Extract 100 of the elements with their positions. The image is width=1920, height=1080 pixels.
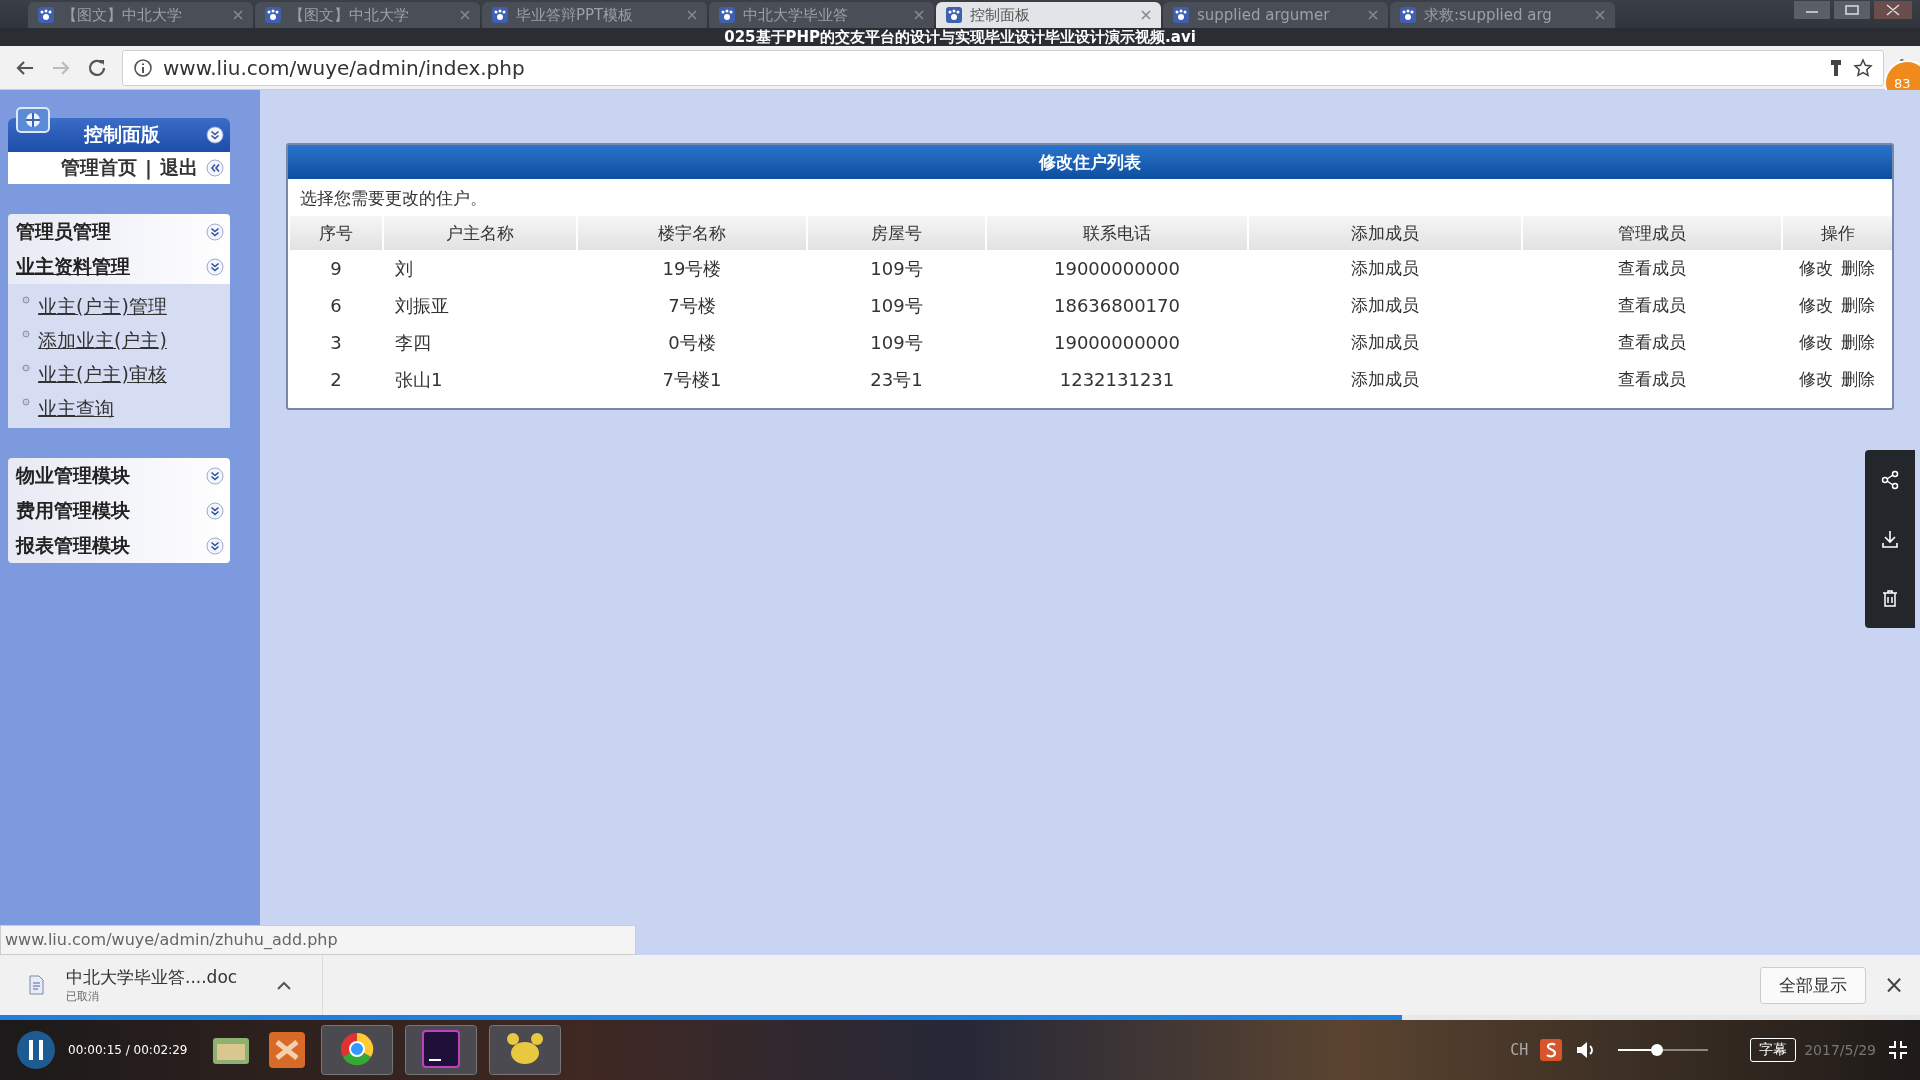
input-method-text[interactable]: CH [1510, 1041, 1529, 1059]
window-controls-drawing[interactable] [1794, 0, 1914, 21]
trash-icon[interactable] [1880, 588, 1900, 609]
table-cell: 23号1 [870, 368, 923, 390]
submenu-link[interactable]: 业主查询 [38, 396, 114, 422]
table-cell: 9 [330, 258, 342, 279]
table-link[interactable]: 查看成员 [1618, 332, 1686, 352]
group-label: 费用管理模块 [16, 497, 131, 523]
table-cell: 109号 [870, 294, 923, 316]
code-editor-icon[interactable] [405, 1025, 478, 1075]
progress-track[interactable] [0, 1015, 1920, 1020]
table-link[interactable]: 删除 [1841, 369, 1875, 389]
address-field[interactable]: www.liu.com/wuye/admin/index.php [122, 49, 1884, 86]
tab-title: 毕业答辩PPT模板 [516, 5, 635, 25]
exit-fullscreen-icon[interactable] [1888, 1040, 1908, 1060]
table-cell: 7号楼 [668, 294, 716, 316]
menu-group-header[interactable]: 费用管理模块 [8, 493, 230, 528]
table-cell: 李四 [395, 331, 431, 353]
table-link[interactable]: 修改 [1799, 369, 1833, 389]
table-link[interactable]: 修改 [1799, 332, 1833, 352]
browser-icon[interactable] [321, 1025, 394, 1075]
column-header: 管理成员 [1522, 216, 1782, 250]
table-link[interactable]: 查看成员 [1618, 295, 1686, 315]
subtitle-button[interactable]: 字幕 [1750, 1038, 1797, 1062]
column-header: 楼宇名称 [577, 216, 807, 250]
menu-group-header[interactable]: 业主资料管理 [8, 249, 230, 284]
menu-group-header[interactable]: 管理员管理 [8, 214, 230, 249]
star-icon[interactable] [1853, 57, 1873, 78]
submenu-link[interactable]: 业主(户主)管理 [38, 294, 167, 320]
submenu-link[interactable]: 添加业主(户主) [38, 328, 167, 354]
table-cell: 6 [330, 295, 342, 316]
slider-thumb[interactable] [1650, 1044, 1663, 1056]
table-cell: 1232131231 [1059, 369, 1175, 390]
panel-title: 控制面版 [82, 122, 161, 147]
group-label: 业主资料管理 [16, 253, 131, 279]
table-link[interactable]: 删除 [1841, 332, 1875, 352]
table-link[interactable]: 删除 [1841, 258, 1875, 278]
table-cell: 0号楼 [668, 331, 716, 353]
download-icon[interactable] [1880, 529, 1900, 549]
column-header: 操作 [1782, 216, 1892, 250]
close-button[interactable]: × [1883, 971, 1904, 999]
table-link[interactable]: 删除 [1841, 295, 1875, 315]
bullet-icon [22, 398, 30, 406]
submenu-link[interactable]: 业主(户主)审核 [38, 362, 167, 388]
table-cell: 19号楼 [662, 257, 722, 279]
info-icon[interactable] [133, 57, 153, 78]
chevron-left-icon[interactable] [206, 159, 224, 177]
menu-group-header[interactable]: 报表管理模块 [8, 528, 230, 563]
nav-link[interactable]: 管理首页 [61, 155, 138, 181]
status-url: www.liu.com/wuye/admin/zhuhu_add.php [0, 925, 636, 955]
paw-icon [719, 7, 735, 23]
table-link[interactable]: 修改 [1799, 295, 1833, 315]
nav-link[interactable]: 退出 [160, 155, 198, 181]
paw-icon [38, 7, 54, 23]
group-label: 物业管理模块 [16, 462, 131, 488]
animal-icon[interactable] [489, 1025, 562, 1075]
browser-tab[interactable]: 控制面板 [936, 2, 1161, 28]
paw-icon [1173, 7, 1189, 23]
table-link[interactable]: 查看成员 [1618, 258, 1686, 278]
group-label: 报表管理模块 [16, 532, 131, 558]
tab-title: 【图文】中北大学 [62, 5, 183, 25]
bullet-icon [22, 296, 30, 304]
chevron-down-icon[interactable] [206, 222, 224, 241]
tab-title: supplied argumer [1197, 6, 1331, 24]
close-icon[interactable] [1141, 10, 1151, 20]
download-status: 已取消 [66, 989, 100, 1004]
table-cell: 18636800170 [1054, 295, 1180, 316]
volume-slider[interactable] [1618, 1044, 1709, 1056]
table-link[interactable]: 修改 [1799, 258, 1833, 278]
table-link[interactable]: 添加成员 [1351, 295, 1419, 315]
hint-text: 选择您需要更改的住户。 [299, 187, 488, 210]
table-link[interactable]: 添加成员 [1351, 258, 1419, 278]
chevron-down-icon[interactable] [206, 257, 224, 276]
panel-title-bar: 修改住户列表 [288, 145, 1892, 179]
chevron-down-icon[interactable] [206, 501, 224, 520]
table-cell: 7号楼1 [662, 368, 722, 390]
table-cell: 109号 [870, 257, 923, 279]
bullet-icon [22, 364, 30, 372]
share-icon[interactable] [1880, 469, 1900, 490]
chevron-down-icon[interactable] [206, 536, 224, 555]
input-method-icon[interactable] [1540, 1039, 1563, 1061]
table-link[interactable]: 添加成员 [1351, 332, 1419, 352]
pause-icon[interactable] [16, 1030, 56, 1070]
tab-title: 【图文】中北大学 [289, 5, 410, 25]
show-all-button[interactable]: 全部显示 [1759, 966, 1866, 1004]
chevron-down-icon[interactable] [206, 126, 224, 144]
table-cell: 刘 [395, 257, 413, 279]
separator-text: | [145, 157, 152, 179]
column-header: 联系电话 [986, 216, 1248, 250]
table-link[interactable]: 添加成员 [1351, 369, 1419, 389]
column-header: 添加成员 [1248, 216, 1522, 250]
table-cell: 19000000000 [1054, 332, 1180, 353]
file-name[interactable]: 中北大学毕业答....doc [66, 966, 256, 989]
table-link[interactable]: 查看成员 [1618, 369, 1686, 389]
caret-up-icon[interactable] [276, 980, 292, 990]
menu-group-header[interactable]: 物业管理模块 [8, 458, 230, 493]
clock-date: 2017/5/29 [1804, 1042, 1876, 1058]
chevron-down-icon[interactable] [206, 466, 224, 485]
playback-time: 00:00:15 / 00:02:29 [68, 1043, 188, 1057]
table-cell: 109号 [870, 331, 923, 353]
